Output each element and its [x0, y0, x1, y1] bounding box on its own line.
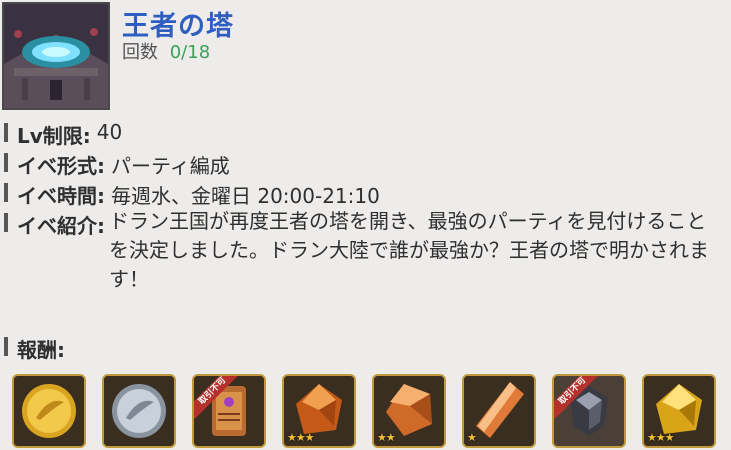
info-value: 40 [96, 120, 123, 144]
info-label: Lv制限: [17, 124, 91, 148]
bullet-bar [4, 153, 8, 172]
info-value: 毎週水、金曜日 20:00-21:10 [111, 184, 380, 208]
reward-item[interactable]: ★ [462, 374, 536, 448]
info-label: イベ紹介: [17, 214, 105, 238]
attempt-count: 回数 0/18 [122, 38, 210, 64]
info-value: パーティ編成 [111, 154, 230, 178]
armor-piece-icon [554, 376, 624, 446]
gold-coin-icon [14, 376, 84, 446]
info-format: イベ形式: パーティ編成 [0, 150, 230, 179]
reward-item[interactable]: 取引不可 [192, 374, 266, 448]
rewards-list: 取引不可 ★★★ ★★ ★ 取引不可 ★★★ [0, 372, 731, 450]
info-time: イベ時間: 毎週水、金曜日 20:00-21:10 [0, 180, 380, 209]
reward-item[interactable]: ★★★ [282, 374, 356, 448]
rarity-stars: ★★★ [287, 431, 315, 444]
info-value: ドラン王国が再度王者の塔を開き、最強のパーティを見付けることを決定しました。ドラ… [109, 209, 709, 291]
reward-item[interactable] [12, 374, 86, 448]
info-level-limit: Lv制限: 40 [0, 120, 122, 149]
bullet-bar [4, 123, 8, 142]
rewards-header: 報酬: [0, 334, 65, 363]
count-value: 0/18 [169, 42, 211, 63]
bullet-bar [4, 183, 8, 202]
reward-item[interactable] [102, 374, 176, 448]
silver-coin-icon [104, 376, 174, 446]
reward-item[interactable]: ★★ [372, 374, 446, 448]
rarity-stars: ★★★ [647, 431, 675, 444]
info-label: イベ時間: [17, 184, 105, 208]
tower-image-icon [4, 4, 108, 108]
count-label: 回数 [122, 42, 158, 63]
event-thumbnail [2, 2, 110, 110]
info-description: イベ紹介: ドラン王国が再度王者の塔を開き、最強のパーティを見付けることを決定し… [0, 209, 714, 294]
rewards-label: 報酬: [17, 338, 65, 362]
scroll-icon [194, 376, 264, 446]
reward-item[interactable]: ★★★ [642, 374, 716, 448]
info-label: イベ形式: [17, 154, 105, 178]
bullet-bar [4, 337, 8, 356]
bullet-bar [4, 213, 8, 232]
reward-item[interactable]: 取引不可 [552, 374, 626, 448]
rarity-stars: ★★ [377, 431, 396, 444]
rarity-stars: ★ [467, 431, 477, 444]
